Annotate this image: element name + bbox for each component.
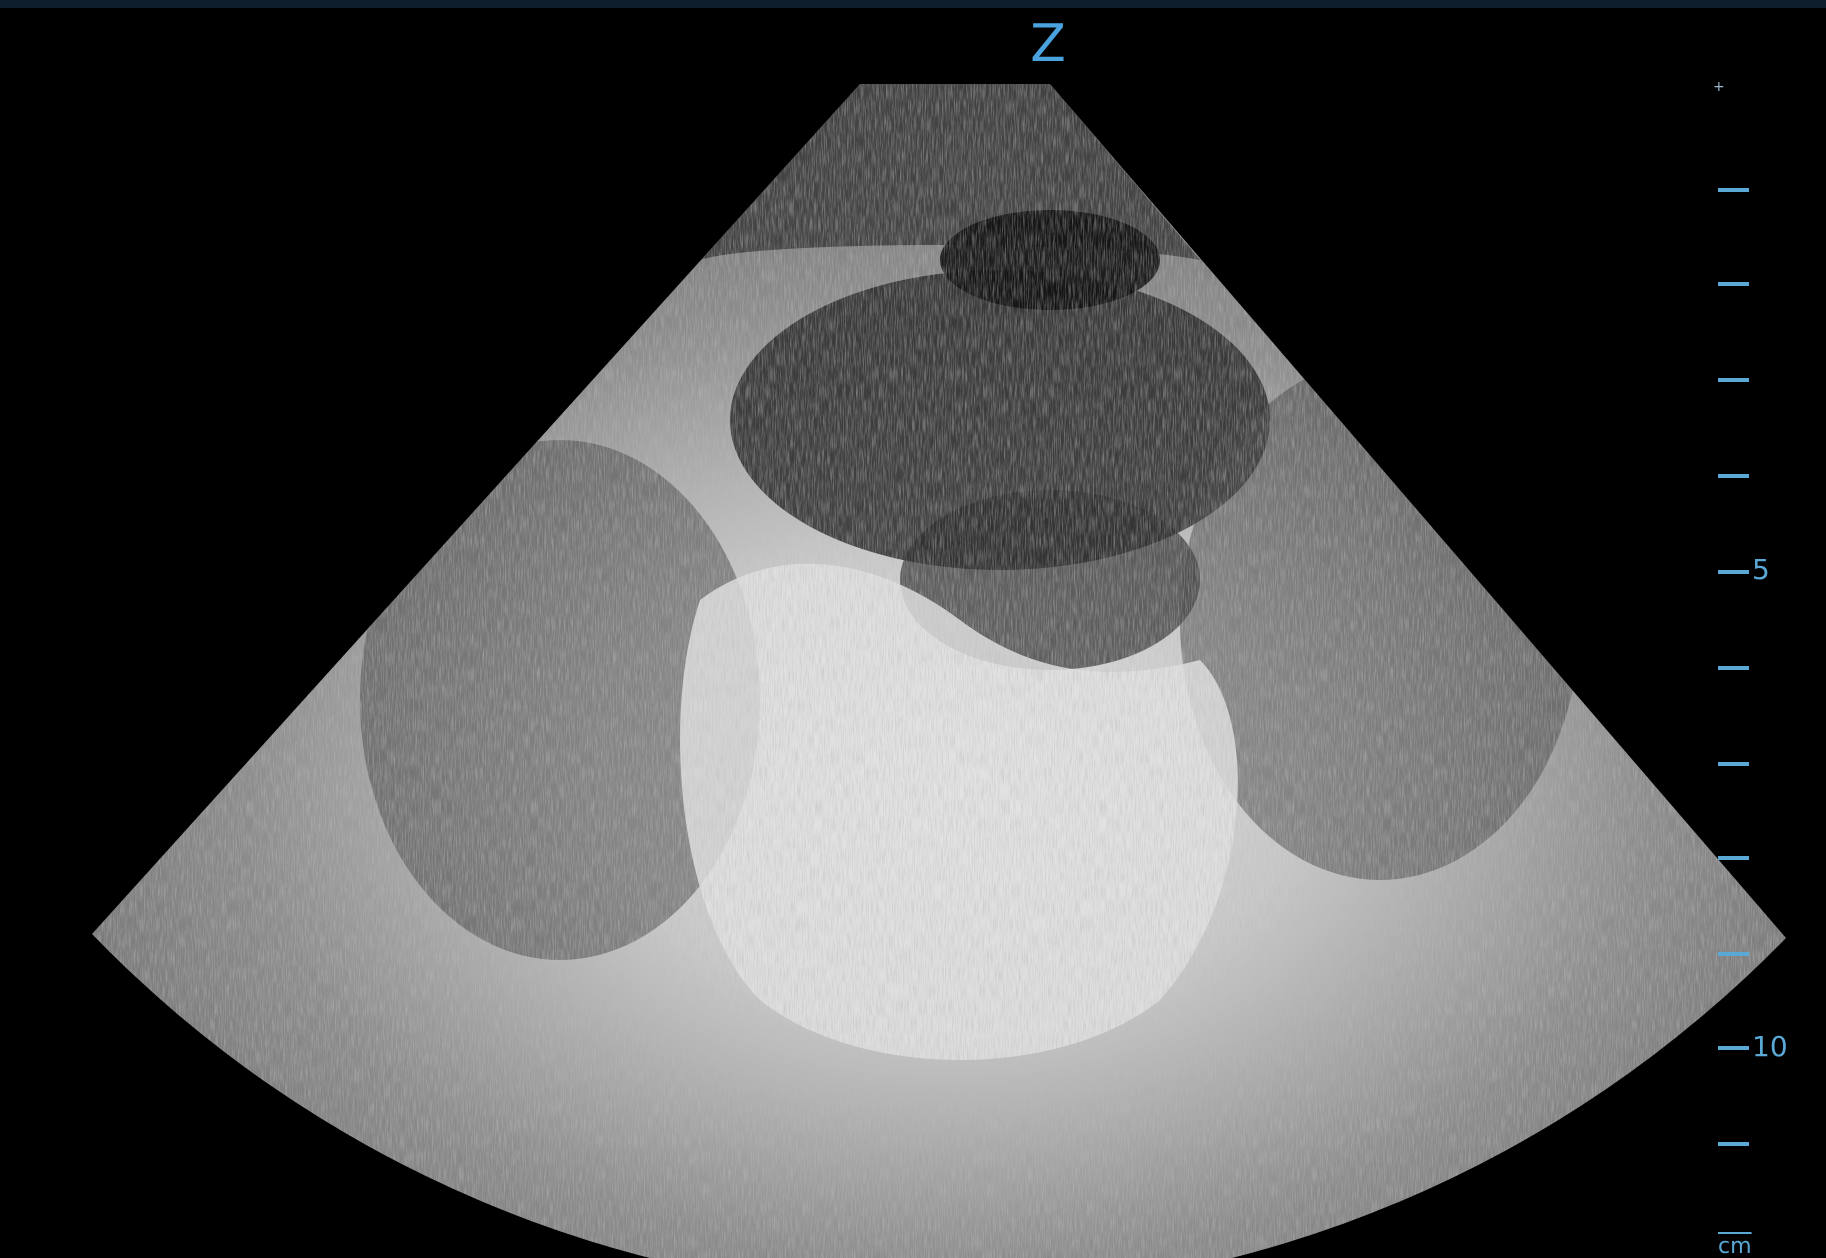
depth-label-5: 5 xyxy=(1752,553,1770,586)
depth-tick xyxy=(1718,378,1749,382)
focus-marker: + xyxy=(1713,79,1725,95)
depth-tick xyxy=(1718,856,1749,860)
depth-tick xyxy=(1718,282,1749,286)
depth-tick xyxy=(1718,570,1749,574)
ultrasound-scan-icon xyxy=(92,84,1786,1258)
depth-label-10: 10 xyxy=(1752,1030,1788,1063)
depth-tick xyxy=(1718,666,1749,670)
depth-tick xyxy=(1718,952,1749,956)
depth-tick xyxy=(1718,1142,1749,1146)
depth-tick xyxy=(1718,1046,1749,1050)
depth-tick xyxy=(1718,188,1749,192)
ultrasound-screen: Z + 5 10 cm xyxy=(0,0,1826,1258)
depth-unit-label: cm xyxy=(1718,1234,1752,1258)
depth-tick xyxy=(1718,474,1749,478)
depth-tick xyxy=(1718,762,1749,766)
orientation-marker: Z xyxy=(1030,14,1066,74)
